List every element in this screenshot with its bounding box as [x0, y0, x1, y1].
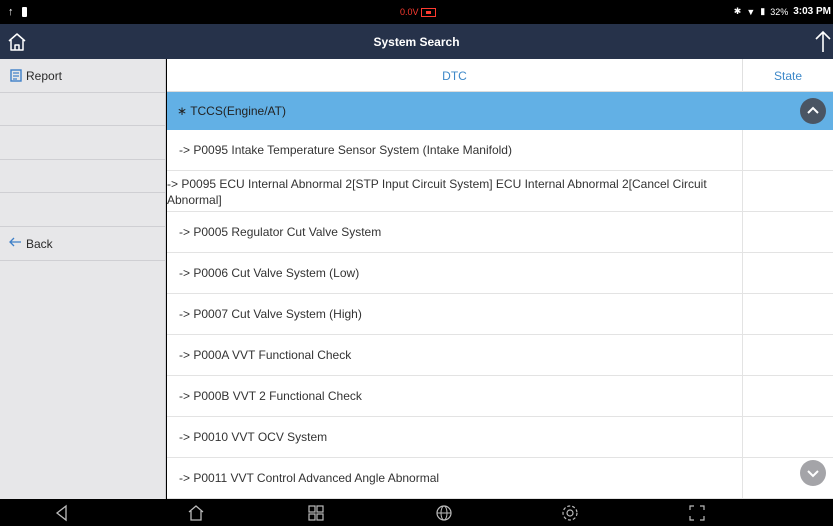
- dtc-text: -> P0005 Regulator Cut Valve System: [179, 225, 382, 239]
- nav-back-button[interactable]: [52, 503, 72, 523]
- page-title: System Search: [373, 35, 460, 49]
- back-button[interactable]: Back: [0, 227, 165, 261]
- back-triangle-icon: [55, 504, 67, 522]
- scroll-down-button[interactable]: [800, 460, 826, 486]
- dtc-state: [742, 171, 833, 211]
- sidebar: Report Back: [0, 59, 166, 499]
- download-icon: ↑: [8, 6, 14, 18]
- table-row[interactable]: -> P0007 Cut Valve System (High): [167, 294, 833, 335]
- chevron-down-icon: [807, 470, 819, 478]
- dtc-table: DTC State ∗ TCCS(Engine/AT) -> P0095 Int…: [167, 59, 833, 499]
- report-button[interactable]: Report: [0, 59, 165, 93]
- dtc-state: [742, 376, 833, 416]
- table-header: DTC State: [167, 59, 833, 92]
- table-row[interactable]: -> P000B VVT 2 Functional Check: [167, 376, 833, 417]
- collapse-button[interactable]: [800, 98, 826, 124]
- nav-browser-button[interactable]: [434, 503, 454, 523]
- nav-home-button[interactable]: [186, 503, 206, 523]
- nav-apps-button[interactable]: [306, 503, 326, 523]
- dtc-text: -> P0095 ECU Internal Abnormal 2[STP Inp…: [167, 177, 707, 207]
- table-row[interactable]: -> P0011 VVT Control Advanced Angle Abno…: [167, 458, 833, 499]
- voltage-value: 0.0V: [400, 7, 419, 17]
- nav-screenshot-button[interactable]: [687, 503, 707, 523]
- dtc-text: -> P000B VVT 2 Functional Check: [179, 389, 362, 403]
- status-left: ↑: [8, 6, 27, 18]
- apps-grid-icon: [308, 505, 324, 521]
- dtc-text: -> P0010 VVT OCV System: [179, 430, 328, 444]
- nav-settings-button[interactable]: [560, 503, 580, 523]
- dtc-text: -> P0006 Cut Valve System (Low): [179, 266, 360, 280]
- dtc-state: [742, 335, 833, 375]
- table-row[interactable]: -> P0010 VVT OCV System: [167, 417, 833, 458]
- dtc-state: [742, 294, 833, 334]
- table-row[interactable]: -> P0006 Cut Valve System (Low): [167, 253, 833, 294]
- dtc-state: [742, 253, 833, 293]
- settings-gear-icon: [562, 505, 578, 521]
- dtc-state: [742, 130, 833, 170]
- browser-globe-icon: [436, 505, 452, 521]
- wifi-icon: ▼: [746, 6, 756, 17]
- status-right: ✱ ▼ ▮ 32% 3:03 PM: [734, 6, 831, 17]
- dtc-text: -> P0011 VVT Control Advanced Angle Abno…: [179, 471, 440, 485]
- table-row[interactable]: -> P0005 Regulator Cut Valve System: [167, 212, 833, 253]
- group-label-wrap: ∗ TCCS(Engine/AT): [177, 104, 286, 118]
- bluetooth-icon: ✱: [733, 6, 742, 16]
- dtc-state: [742, 212, 833, 252]
- group-label: TCCS(Engine/AT): [190, 104, 286, 118]
- table-row[interactable]: -> P0095 Intake Temperature Sensor Syste…: [167, 130, 833, 171]
- system-group-row[interactable]: ∗ TCCS(Engine/AT): [167, 92, 833, 130]
- report-label: Report: [26, 69, 63, 83]
- sidebar-empty-slot: [0, 160, 165, 193]
- dtc-text: -> P0095 Intake Temperature Sensor Syste…: [179, 143, 512, 157]
- home-icon: [188, 505, 204, 521]
- battery-percent: 32%: [770, 6, 789, 17]
- back-label: Back: [26, 236, 53, 251]
- table-row[interactable]: -> P000A VVT Functional Check: [167, 335, 833, 376]
- notification-icon: [21, 7, 27, 17]
- export-button[interactable]: [811, 28, 833, 56]
- dtc-text: -> P000A VVT Functional Check: [179, 348, 352, 362]
- battery-icon: ▮: [760, 6, 766, 16]
- report-icon: [10, 69, 22, 82]
- back-arrow-icon: [9, 237, 21, 246]
- group-symbol: ∗: [177, 104, 188, 118]
- clock: 3:03 PM: [793, 6, 831, 17]
- screenshot-icon: [689, 505, 705, 521]
- system-nav-bar: [0, 499, 833, 526]
- voltage-indicator: 0.0V: [400, 7, 436, 17]
- dtc-state: [742, 417, 833, 457]
- column-header-state: State: [742, 59, 833, 92]
- dtc-text: -> P0007 Cut Valve System (High): [179, 307, 362, 321]
- car-battery-icon: [420, 7, 436, 17]
- title-bar: System Search: [0, 24, 833, 59]
- column-header-dtc: DTC: [442, 69, 467, 83]
- status-bar: ↑ 0.0V ✱ ▼ ▮ 32% 3:03 PM: [0, 0, 833, 24]
- sidebar-empty-slot: [0, 126, 165, 160]
- upload-arrow-icon: [815, 30, 831, 52]
- sidebar-empty-slot: [0, 193, 165, 227]
- sidebar-empty-slot: [0, 93, 165, 126]
- table-row[interactable]: -> P0095 ECU Internal Abnormal 2[STP Inp…: [167, 171, 833, 212]
- chevron-up-icon: [807, 106, 819, 114]
